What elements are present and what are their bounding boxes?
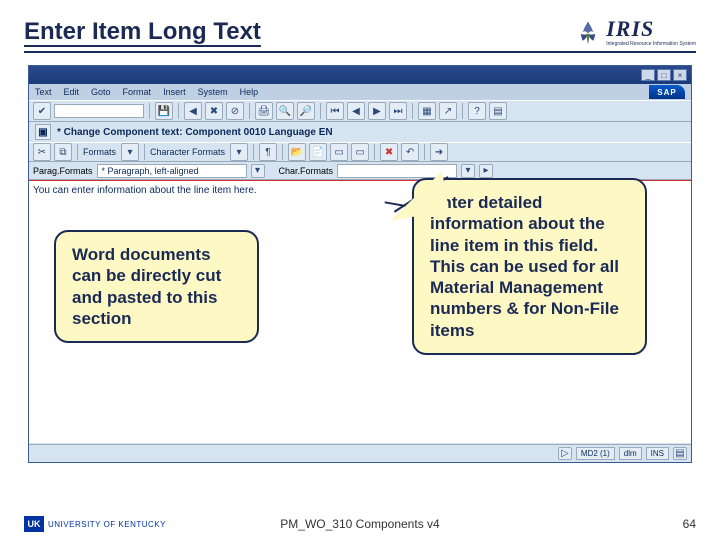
- menu-item[interactable]: Help: [240, 87, 259, 97]
- dropdown-icon[interactable]: ▾: [230, 143, 248, 161]
- first-page-icon[interactable]: ⏮: [326, 102, 344, 120]
- next-page-icon[interactable]: ▶: [368, 102, 386, 120]
- menu-item[interactable]: Text: [35, 87, 52, 97]
- cancel-icon[interactable]: ⊘: [226, 102, 244, 120]
- uk-box: UK: [24, 516, 44, 532]
- iris-flower-icon: [574, 18, 602, 46]
- last-page-icon[interactable]: ⏭: [389, 102, 407, 120]
- back-icon[interactable]: ◀: [184, 102, 202, 120]
- char-formats-label: Character Formats: [150, 147, 225, 157]
- standard-toolbar: ✔ 💾 ◀ ✖ ⊘ 🖨 🔍 🔎 ⏮ ◀ ▶ ⏭ ▦ ↗ ? ▤: [29, 100, 691, 122]
- delete-icon[interactable]: ✖: [380, 143, 398, 161]
- maximize-icon[interactable]: □: [657, 69, 671, 81]
- parag-formats-select[interactable]: * Paragraph, left-aligned: [97, 164, 247, 178]
- char-formats-label: Char.Formats: [279, 166, 334, 176]
- slide-footer: UK UNIVERSITY OF KENTUCKY PM_WO_310 Comp…: [0, 516, 720, 532]
- find-icon[interactable]: 🔍: [276, 102, 294, 120]
- prev-page-icon[interactable]: ◀: [347, 102, 365, 120]
- iris-logo: IRIS Integrated Resource Information Sys…: [574, 16, 696, 47]
- title-divider: [24, 51, 696, 53]
- dropdown-icon[interactable]: ▾: [121, 143, 139, 161]
- find-next-icon[interactable]: 🔎: [297, 102, 315, 120]
- sap-logo: SAP: [649, 85, 685, 99]
- shortcut-icon[interactable]: ↗: [439, 102, 457, 120]
- new-session-icon[interactable]: ▦: [418, 102, 436, 120]
- callout-detail: Enter detailed information about the lin…: [412, 178, 647, 355]
- close-icon[interactable]: ×: [673, 69, 687, 81]
- dropdown-icon[interactable]: ▾: [461, 164, 475, 178]
- uk-text: UNIVERSITY OF KENTUCKY: [48, 520, 166, 529]
- apply-icon[interactable]: ▸: [479, 164, 493, 178]
- screen-title: * Change Component text: Component 0010 …: [57, 127, 333, 138]
- insert-icon[interactable]: ▭: [330, 143, 348, 161]
- layout-icon[interactable]: ▤: [489, 102, 507, 120]
- message-icon[interactable]: ▷: [558, 447, 572, 460]
- page-title: Enter Item Long Text: [24, 18, 261, 46]
- copy-icon[interactable]: ⧉: [54, 143, 72, 161]
- page-number: 64: [683, 517, 696, 531]
- status-system: MD2 (1): [576, 447, 615, 460]
- iris-sublabel: Integrated Resource Information System: [606, 42, 696, 47]
- insert-icon[interactable]: ▭: [351, 143, 369, 161]
- screen-title-bar: ▣ * Change Component text: Component 001…: [29, 122, 691, 142]
- formatting-toolbar: ✂ ⧉ Formats ▾ Character Formats ▾ ¶ 📂 📄 …: [29, 142, 691, 162]
- help-icon[interactable]: ?: [468, 102, 486, 120]
- print-icon[interactable]: 🖨: [255, 102, 273, 120]
- window-titlebar: _ □ ×: [29, 66, 691, 84]
- parag-formats-label: Parag.Formats: [33, 166, 93, 176]
- undo-icon[interactable]: ↶: [401, 143, 419, 161]
- status-bar: ▷ MD2 (1) dlm INS ▤: [29, 444, 691, 462]
- cut-icon[interactable]: ✂: [33, 143, 51, 161]
- uk-logo: UK UNIVERSITY OF KENTUCKY: [24, 516, 166, 532]
- check-icon[interactable]: ✔: [33, 102, 51, 120]
- save-icon[interactable]: 💾: [155, 102, 173, 120]
- minimize-icon[interactable]: _: [641, 69, 655, 81]
- menu-item[interactable]: Edit: [64, 87, 80, 97]
- footer-title: PM_WO_310 Components v4: [280, 517, 439, 531]
- formats-label: Formats: [83, 147, 116, 157]
- status-mode: INS: [646, 447, 669, 460]
- menu-item[interactable]: Insert: [163, 87, 186, 97]
- menu-item[interactable]: Format: [123, 87, 152, 97]
- status-client: dlm: [619, 447, 642, 460]
- page-icon[interactable]: 📄: [309, 143, 327, 161]
- menu-item[interactable]: System: [198, 87, 228, 97]
- command-field[interactable]: [54, 104, 144, 118]
- dropdown-icon[interactable]: ▾: [251, 164, 265, 178]
- callout-paste: Word documents can be directly cut and p…: [54, 230, 259, 343]
- load-icon[interactable]: 📂: [288, 143, 306, 161]
- mode-icon[interactable]: ▣: [35, 124, 51, 140]
- menu-bar: Text Edit Goto Format Insert System Help…: [29, 84, 691, 100]
- layout-menu-icon[interactable]: ▤: [673, 447, 687, 460]
- exit-icon[interactable]: ✖: [205, 102, 223, 120]
- iris-label: IRIS: [606, 16, 696, 42]
- goto-icon[interactable]: ➜: [430, 143, 448, 161]
- paragraph-icon[interactable]: ¶: [259, 143, 277, 161]
- menu-item[interactable]: Goto: [91, 87, 111, 97]
